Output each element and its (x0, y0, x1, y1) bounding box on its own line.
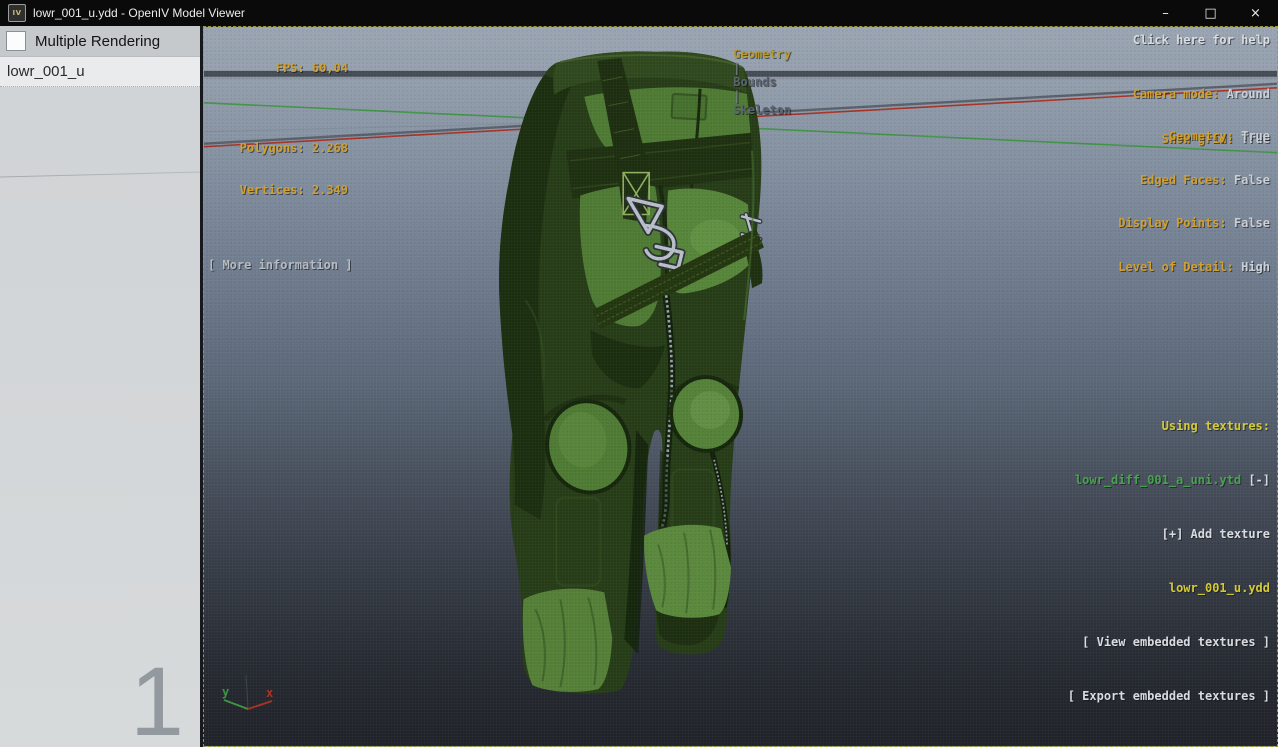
multiple-rendering-label[interactable]: Multiple Rendering (35, 33, 160, 50)
tab-geometry[interactable]: Geometry (733, 47, 791, 61)
textures-panel: Using textures: lowr_diff_001_a_uni.ytd … (1068, 381, 1270, 741)
axis-z-line (245, 674, 249, 710)
polygons-line: Polygons: 2.268 (239, 141, 348, 155)
render-settings: Geometry: True Edged Faces: False Displa… (1118, 100, 1270, 303)
openiv-app-icon: IV (8, 4, 26, 22)
cuff-left (522, 588, 613, 692)
knee-patch-right-highlight (690, 390, 731, 429)
axis-gizmo: y x (222, 674, 273, 710)
help-link[interactable]: Click here for help (1133, 33, 1270, 47)
using-textures-header: Using textures: (1161, 419, 1270, 433)
pants-model (499, 51, 764, 694)
window-title: lowr_001_u.ydd - OpenIV Model Viewer (33, 6, 245, 20)
axis-x-line (247, 700, 273, 710)
multiple-rendering-checkbox[interactable] (6, 31, 26, 51)
view-embedded-textures-button[interactable]: [ View embedded textures ] (1068, 633, 1270, 651)
viewport-number-watermark: 1 (130, 646, 184, 747)
vertices-line: Vertices: 2.349 (239, 183, 348, 197)
add-texture-button[interactable]: [+] Add texture (1068, 525, 1270, 543)
titlebar: IV lowr_001_u.ydd - OpenIV Model Viewer … (0, 0, 1278, 26)
view-mode-tabs: Geometry | Bounds | Skeleton (690, 33, 791, 131)
close-button[interactable]: × (1233, 0, 1278, 26)
multiple-rendering-row: Multiple Rendering (0, 26, 200, 57)
model-file-name: lowr_001_u.ydd (1168, 581, 1270, 595)
tab-separator: | (733, 89, 741, 103)
model-list-item-label: lowr_001_u (7, 63, 85, 80)
texture-file-name: lowr_diff_001_a_uni.ytd (1074, 473, 1242, 487)
level-of-detail-row[interactable]: Level of Detail: High (1118, 260, 1270, 275)
window-controls: – □ × (1143, 0, 1278, 26)
model-list-item[interactable]: lowr_001_u (0, 57, 200, 87)
more-information-button[interactable]: [ More information ] (208, 258, 353, 272)
axis-x-label: x (266, 686, 273, 700)
model-list-sidebar: Multiple Rendering lowr_001_u 1 (0, 26, 200, 747)
sidebar-divider-line (0, 171, 200, 178)
remove-texture-button[interactable]: [-] (1248, 473, 1270, 487)
axis-y-label: y (222, 685, 229, 699)
axis-y-line (223, 699, 249, 710)
fps-line: FPS: 60,04 (275, 61, 348, 75)
export-embedded-textures-button[interactable]: [ Export embedded textures ] (1068, 687, 1270, 705)
openiv-model-viewer-window: IV lowr_001_u.ydd - OpenIV Model Viewer … (0, 0, 1278, 747)
edged-faces-toggle-row[interactable]: Edged Faces: False (1118, 173, 1270, 188)
texture-file-row: lowr_diff_001_a_uni.ytd [-] (1068, 471, 1270, 489)
tab-skeleton[interactable]: Skeleton (733, 103, 791, 117)
minimize-button[interactable]: – (1143, 0, 1188, 26)
tab-bounds[interactable]: Bounds (733, 75, 776, 89)
stats-block: FPS: 60,04 Polygons: 2.268 Vertices: 2.3… (208, 33, 353, 300)
render-viewport-1[interactable]: FPS: 60,04 Polygons: 2.268 Vertices: 2.3… (203, 26, 1278, 747)
tab-separator: | (733, 61, 741, 75)
maximize-button[interactable]: □ (1188, 0, 1233, 26)
geometry-toggle-row[interactable]: Geometry: True (1118, 129, 1270, 144)
display-points-toggle-row[interactable]: Display Points: False (1118, 216, 1270, 231)
